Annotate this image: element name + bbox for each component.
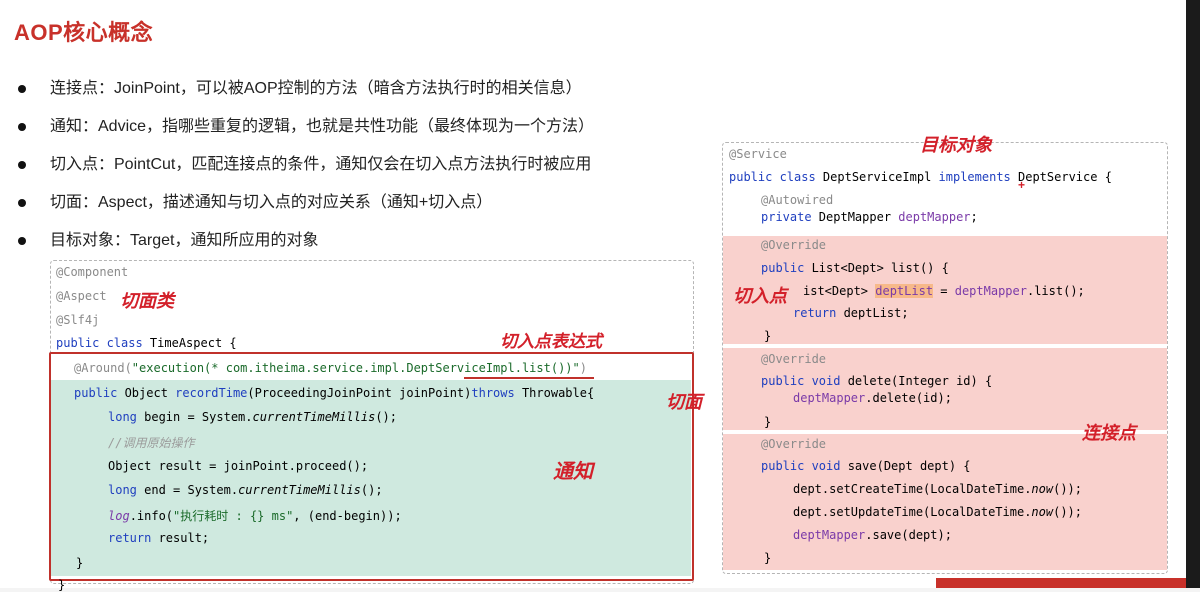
label-pointcut: 切入点 — [733, 286, 787, 307]
code-brace: } — [764, 329, 772, 343]
method-delete-signature: public void delete(Integer id) { — [761, 374, 993, 388]
list-item: 切面：Aspect，描述通知与切入点的对应关系（通知+切入点） — [16, 190, 594, 228]
code-line: dept.setUpdateTime(LocalDateTime.now()); — [793, 505, 1083, 519]
code-brace: } — [764, 551, 772, 565]
bullet-icon — [18, 237, 26, 245]
field-declaration: private DeptMapper deptMapper; — [761, 210, 978, 224]
label-target: 目标对象 — [920, 135, 992, 156]
label-aspect: 切面 — [666, 392, 702, 413]
label-pointcut-expression: 切入点表达式 — [500, 332, 602, 352]
code-brace: } — [764, 415, 772, 429]
method-save-signature: public void save(Dept dept) { — [761, 459, 971, 473]
bullet-icon — [18, 85, 26, 93]
component-annotation: @Component — [56, 265, 129, 279]
code-line: long end = System.currentTimeMillis(); — [108, 483, 383, 497]
concept-list: 连接点：JoinPoint，可以被AOP控制的方法（暗含方法执行时的相关信息） … — [16, 76, 594, 266]
method-list-signature: public List<Dept> list() { — [761, 261, 949, 275]
slf4j-annotation: @Slf4j — [56, 313, 100, 327]
class-declaration: public class DeptServiceImpl implements … — [729, 170, 1112, 184]
code-brace: } — [58, 578, 66, 592]
page-title: AOP核心概念 — [14, 20, 154, 45]
pointcut-underline — [464, 377, 594, 379]
code-line: return result; — [108, 531, 210, 545]
label-advice: 通知 — [553, 459, 593, 483]
list-item: 连接点：JoinPoint，可以被AOP控制的方法（暗含方法执行时的相关信息） — [16, 76, 594, 114]
autowired-annotation: @Autowired — [761, 193, 834, 207]
list-item: 通知：Advice，指哪些重复的逻辑，也就是共性功能（最终体现为一个方法） — [16, 114, 594, 152]
bullet-icon — [18, 161, 26, 169]
code-brace: } — [76, 556, 84, 570]
code-line: Object result = joinPoint.proceed(); — [108, 459, 369, 473]
method-signature: public Object recordTime(ProceedingJoinP… — [74, 386, 595, 400]
label-joinpoint: 连接点 — [1082, 423, 1136, 444]
class-declaration: public class TimeAspect { — [56, 336, 237, 350]
bullet-icon — [18, 199, 26, 207]
list-item: 切入点：PointCut，匹配连接点的条件，通知仅会在切入点方法执行时被应用 — [16, 152, 594, 190]
around-annotation: @Around("execution(* com.itheima.service… — [74, 361, 587, 375]
code-line: return deptList; — [793, 306, 909, 320]
code-line: ist<Dept> deptList = deptMapper.list(); — [803, 284, 1085, 298]
aspect-annotation: @Aspect — [56, 289, 107, 303]
code-line: deptMapper.save(dept); — [793, 528, 952, 542]
override-annotation: @Override — [761, 352, 827, 366]
code-line: dept.setCreateTime(LocalDateTime.now()); — [793, 482, 1083, 496]
override-annotation: @Override — [761, 437, 827, 451]
service-annotation: @Service — [729, 147, 787, 161]
window-edge — [1186, 0, 1200, 588]
label-aspect-class: 切面类 — [120, 291, 174, 312]
override-annotation: @Override — [761, 238, 827, 252]
code-line: long begin = System.currentTimeMillis(); — [108, 410, 398, 424]
joinpoint-save-highlight — [723, 434, 1167, 570]
plus-mark: + — [1018, 178, 1026, 192]
bullet-icon — [18, 123, 26, 131]
code-line: deptMapper.delete(id); — [793, 391, 952, 405]
code-comment: //调用原始操作 — [108, 436, 195, 450]
footer-banner — [936, 578, 1186, 588]
code-line: log.info("执行耗时 : {} ms", (end-begin)); — [108, 509, 402, 523]
